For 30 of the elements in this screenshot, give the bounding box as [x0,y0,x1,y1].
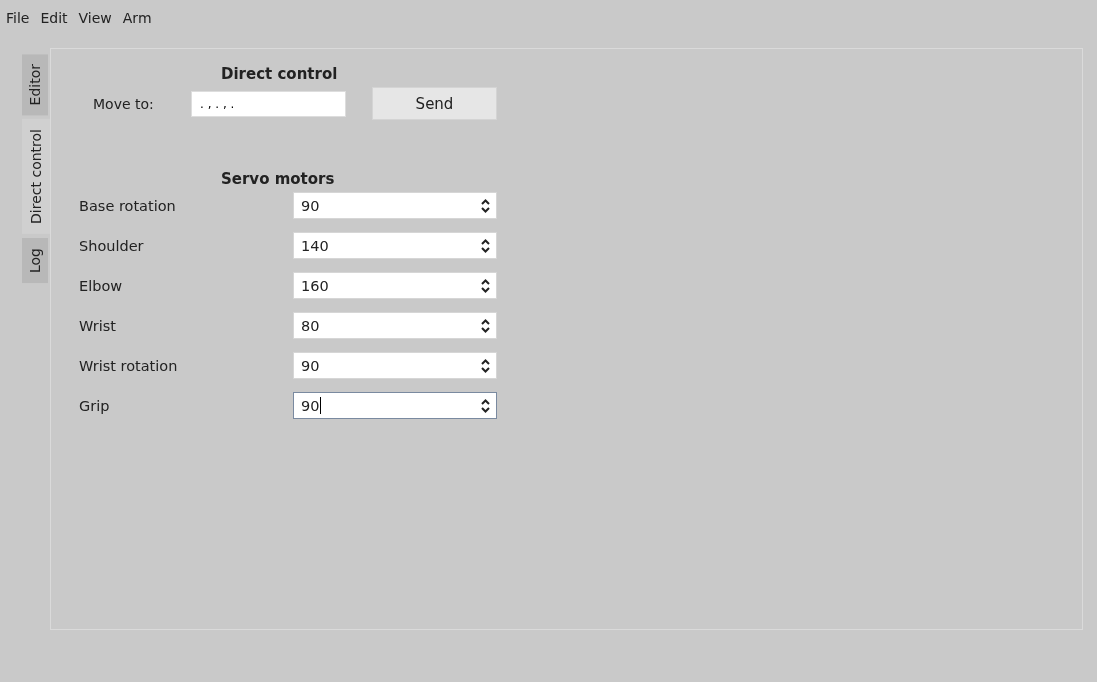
spin-box[interactable]: 90 [293,352,497,379]
servo-label: Elbow [79,277,124,294]
servo-label: Base rotation [79,197,177,214]
field-label: Move to: [93,95,155,112]
servo-label: Wrist rotation [79,357,179,374]
spin-arrows-icon[interactable] [481,238,490,253]
menu-item[interactable]: Arm [120,10,159,26]
side-tab[interactable]: Log [22,238,48,284]
menu-item[interactable]: Edit [38,10,75,26]
servo-label: Shoulder [79,237,145,254]
spin-arrows-icon[interactable] [481,278,490,293]
menu-item[interactable]: File [4,10,37,26]
menu-item[interactable]: View [76,10,119,26]
send-button[interactable]: Send [372,87,497,120]
side-tab[interactable]: Direct control [22,119,50,235]
spin-arrows-icon[interactable] [481,398,490,413]
spin-box[interactable]: 140 [293,232,497,259]
section-title: Servo motors [221,170,336,188]
spin-box[interactable]: 90 [293,192,497,219]
spin-arrows-icon[interactable] [481,318,490,333]
spin-arrows-icon[interactable] [481,358,490,373]
servo-label: Wrist [79,317,117,334]
spin-box[interactable]: 80 [293,312,497,339]
section-title: Direct control [221,65,339,83]
spin-box[interactable]: 160 [293,272,497,299]
servo-label: Grip [79,397,111,414]
spin-arrows-icon[interactable] [481,198,490,213]
side-tab[interactable]: Editor [22,54,48,116]
input-field[interactable]: . , . , . [191,90,346,117]
spin-box[interactable]: 90 [293,392,497,419]
